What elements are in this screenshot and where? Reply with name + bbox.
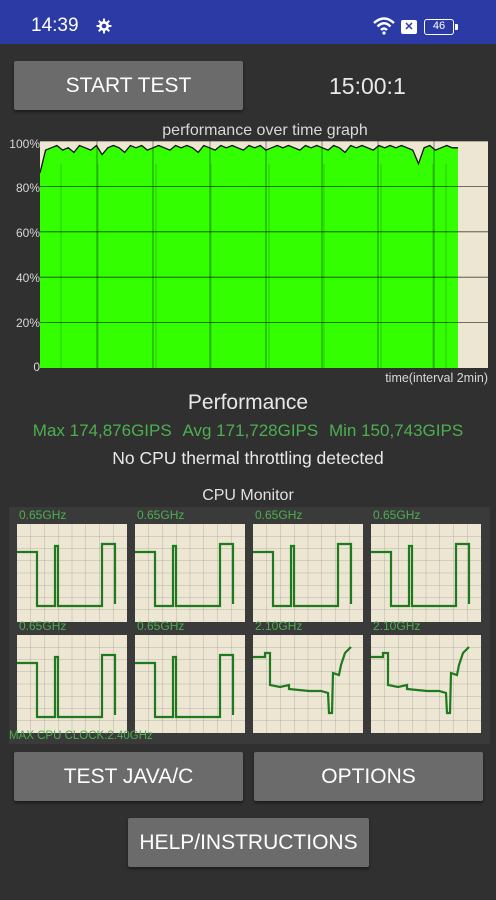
core-frequency: 2.10GHz [255, 619, 303, 633]
core-frequency: 0.65GHz [373, 508, 421, 522]
core-frequency: 0.65GHz [19, 619, 67, 633]
y-tick-label: 0 [33, 360, 40, 374]
core-graph [135, 635, 245, 733]
battery-level: 46 [432, 20, 446, 32]
core-frequency: 0.65GHz [137, 508, 185, 522]
gear-icon [96, 18, 112, 34]
battery-icon: 46 [424, 19, 458, 35]
stat-max: Max 174,876GIPS [32, 421, 172, 440]
cpu-monitor-title: CPU Monitor [202, 487, 294, 504]
notification-x-icon: ✕ [401, 20, 417, 34]
cpu-monitor-panel: 0.65GHz 0.65GHz 0.65GHz 0.65GHz 0.65GHz … [9, 507, 490, 744]
core-graph [17, 635, 127, 733]
test-java-c-button[interactable]: TEST JAVA/C [14, 752, 243, 801]
status-bar: 14:39 ✕ 46 [0, 0, 496, 44]
graph-x-label: time(interval 2min) [385, 371, 488, 385]
help-instructions-button[interactable]: HELP/INSTRUCTIONS [128, 818, 369, 867]
area-band [60, 163, 62, 368]
status-time: 14:39 [31, 15, 79, 36]
graph-title: performance over time graph [162, 122, 368, 139]
max-cpu-clock: MAX CPU CLOCK:2.40GHz [9, 730, 153, 742]
area-band [380, 163, 382, 368]
cpu-core-6: 2.10GHz [253, 619, 363, 733]
core-graph [17, 524, 127, 622]
cpu-core-5: 0.65GHz [135, 619, 245, 733]
area-band [155, 163, 157, 368]
throttle-status: No CPU thermal throttling detected [112, 448, 384, 468]
core-graph [371, 524, 481, 622]
y-tick-label: 80% [15, 181, 40, 195]
core-frequency: 0.65GHz [255, 508, 303, 522]
area-band [445, 163, 447, 368]
stat-avg: Avg 171,728GIPS [182, 421, 319, 440]
start-test-button[interactable]: START TEST [14, 61, 243, 110]
core-graph [253, 524, 363, 622]
performance-area [40, 145, 458, 368]
cpu-core-7: 2.10GHz [371, 619, 481, 733]
cpu-core-0: 0.65GHz [17, 508, 127, 622]
core-frequency: 2.10GHz [373, 619, 421, 633]
core-graph [253, 635, 363, 733]
core-frequency: 0.65GHz [137, 619, 185, 633]
test-timer: 15:00:1 [329, 73, 406, 99]
performance-title: Performance [187, 391, 309, 414]
core-graph [135, 524, 245, 622]
core-frequency: 0.65GHz [19, 508, 67, 522]
cpu-core-1: 0.65GHz [135, 508, 245, 622]
y-tick-label: 60% [15, 226, 40, 240]
area-band [323, 163, 325, 368]
cpu-core-3: 0.65GHz [371, 508, 481, 622]
area-band [268, 163, 270, 368]
stat-min: Min 150,743GIPS [328, 421, 464, 440]
y-tick-label: 20% [15, 316, 40, 330]
options-button[interactable]: OPTIONS [254, 752, 483, 801]
y-tick-label: 40% [15, 271, 40, 285]
wifi-icon [373, 17, 395, 35]
y-tick-label: 100% [9, 137, 40, 151]
cpu-core-2: 0.65GHz [253, 508, 363, 622]
performance-stats: Max 174,876GIPS Avg 171,728GIPS Min 150,… [0, 421, 496, 441]
cpu-core-4: 0.65GHz [17, 619, 127, 733]
core-graph [371, 635, 481, 733]
performance-graph [40, 141, 488, 368]
